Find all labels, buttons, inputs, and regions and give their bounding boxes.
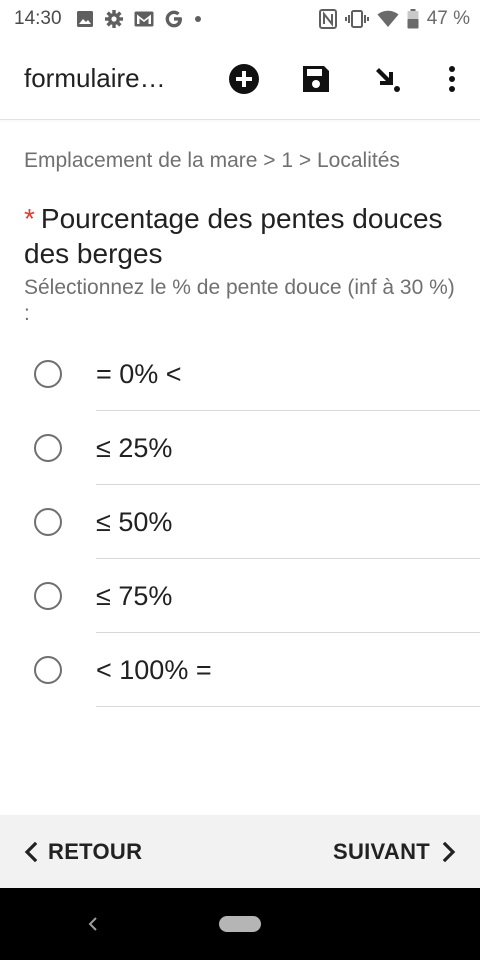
more-options-button[interactable]: [424, 49, 480, 109]
battery-percent: 47 %: [426, 8, 470, 29]
question-hint: Sélectionnez le % de pente douce (inf à …: [24, 276, 455, 325]
status-left: 14:30: [14, 8, 212, 30]
battery-icon: [407, 9, 419, 29]
add-circle-icon: [229, 63, 259, 94]
system-back-button[interactable]: [84, 912, 104, 936]
option-label: ≤ 25%: [96, 433, 173, 463]
radio-button[interactable]: [34, 656, 62, 684]
add-repeat-button[interactable]: [208, 49, 280, 109]
radio-button[interactable]: [34, 582, 62, 610]
wifi-icon: [377, 10, 399, 28]
save-button[interactable]: [280, 49, 352, 109]
status-right: 47 %: [318, 8, 470, 30]
form-navigation-bar: RETOUR SUIVANT: [0, 815, 480, 888]
back-label: RETOUR: [48, 838, 143, 864]
vibrate-icon: [344, 9, 369, 29]
option-0-percent[interactable]: = 0% <: [0, 337, 480, 411]
go-to-button[interactable]: [352, 49, 424, 109]
option-label: = 0% <: [96, 359, 182, 389]
radio-options: = 0% < ≤ 25% ≤ 50% ≤ 75% < 100% =: [0, 337, 480, 707]
save-icon: [303, 65, 329, 92]
google-icon: [164, 9, 184, 29]
radio-button[interactable]: [34, 360, 62, 388]
option-25-percent[interactable]: ≤ 25%: [0, 411, 480, 485]
chevron-left-icon: [24, 841, 38, 862]
gmail-icon: [134, 11, 154, 27]
option-divider: [96, 706, 480, 707]
next-button[interactable]: SUIVANT: [333, 839, 456, 865]
image-icon: [76, 10, 94, 28]
option-label: < 100% =: [96, 655, 212, 685]
option-50-percent[interactable]: ≤ 50%: [0, 485, 480, 559]
home-pill-button[interactable]: [219, 916, 261, 932]
go-to-icon: [376, 67, 400, 92]
form-title: formulaire…: [24, 63, 166, 93]
nfc-icon: [318, 9, 337, 29]
system-navigation-bar: [0, 888, 480, 960]
dot-icon: [194, 15, 202, 23]
option-100-percent[interactable]: < 100% =: [0, 633, 480, 707]
option-label: ≤ 50%: [96, 507, 173, 537]
back-button[interactable]: RETOUR: [24, 839, 142, 865]
back-arrow-icon: [88, 917, 97, 931]
radio-button[interactable]: [34, 434, 62, 462]
screen: 14:30 47 % formulaire… Emplacement de la…: [0, 0, 480, 960]
option-75-percent[interactable]: ≤ 75%: [0, 559, 480, 633]
radio-button[interactable]: [34, 508, 62, 536]
status-bar: 14:30 47 %: [0, 0, 480, 38]
settings-gear-icon: [104, 9, 124, 29]
chevron-right-icon: [442, 841, 456, 862]
app-bar: formulaire…: [0, 38, 480, 120]
app-bar-actions: [208, 49, 480, 109]
more-vert-icon: [449, 65, 455, 92]
question-title: * Pourcentage des pentes douces des berge…: [24, 201, 464, 271]
next-label: SUIVANT: [332, 838, 430, 864]
question-label: Pourcentage des pentes douces des berges: [24, 203, 443, 269]
option-label: ≤ 75%: [96, 581, 173, 611]
required-mark: *: [24, 203, 35, 234]
breadcrumb: Emplacement de la mare > 1 > Localités: [24, 149, 400, 172]
status-time: 14:30: [14, 8, 62, 29]
